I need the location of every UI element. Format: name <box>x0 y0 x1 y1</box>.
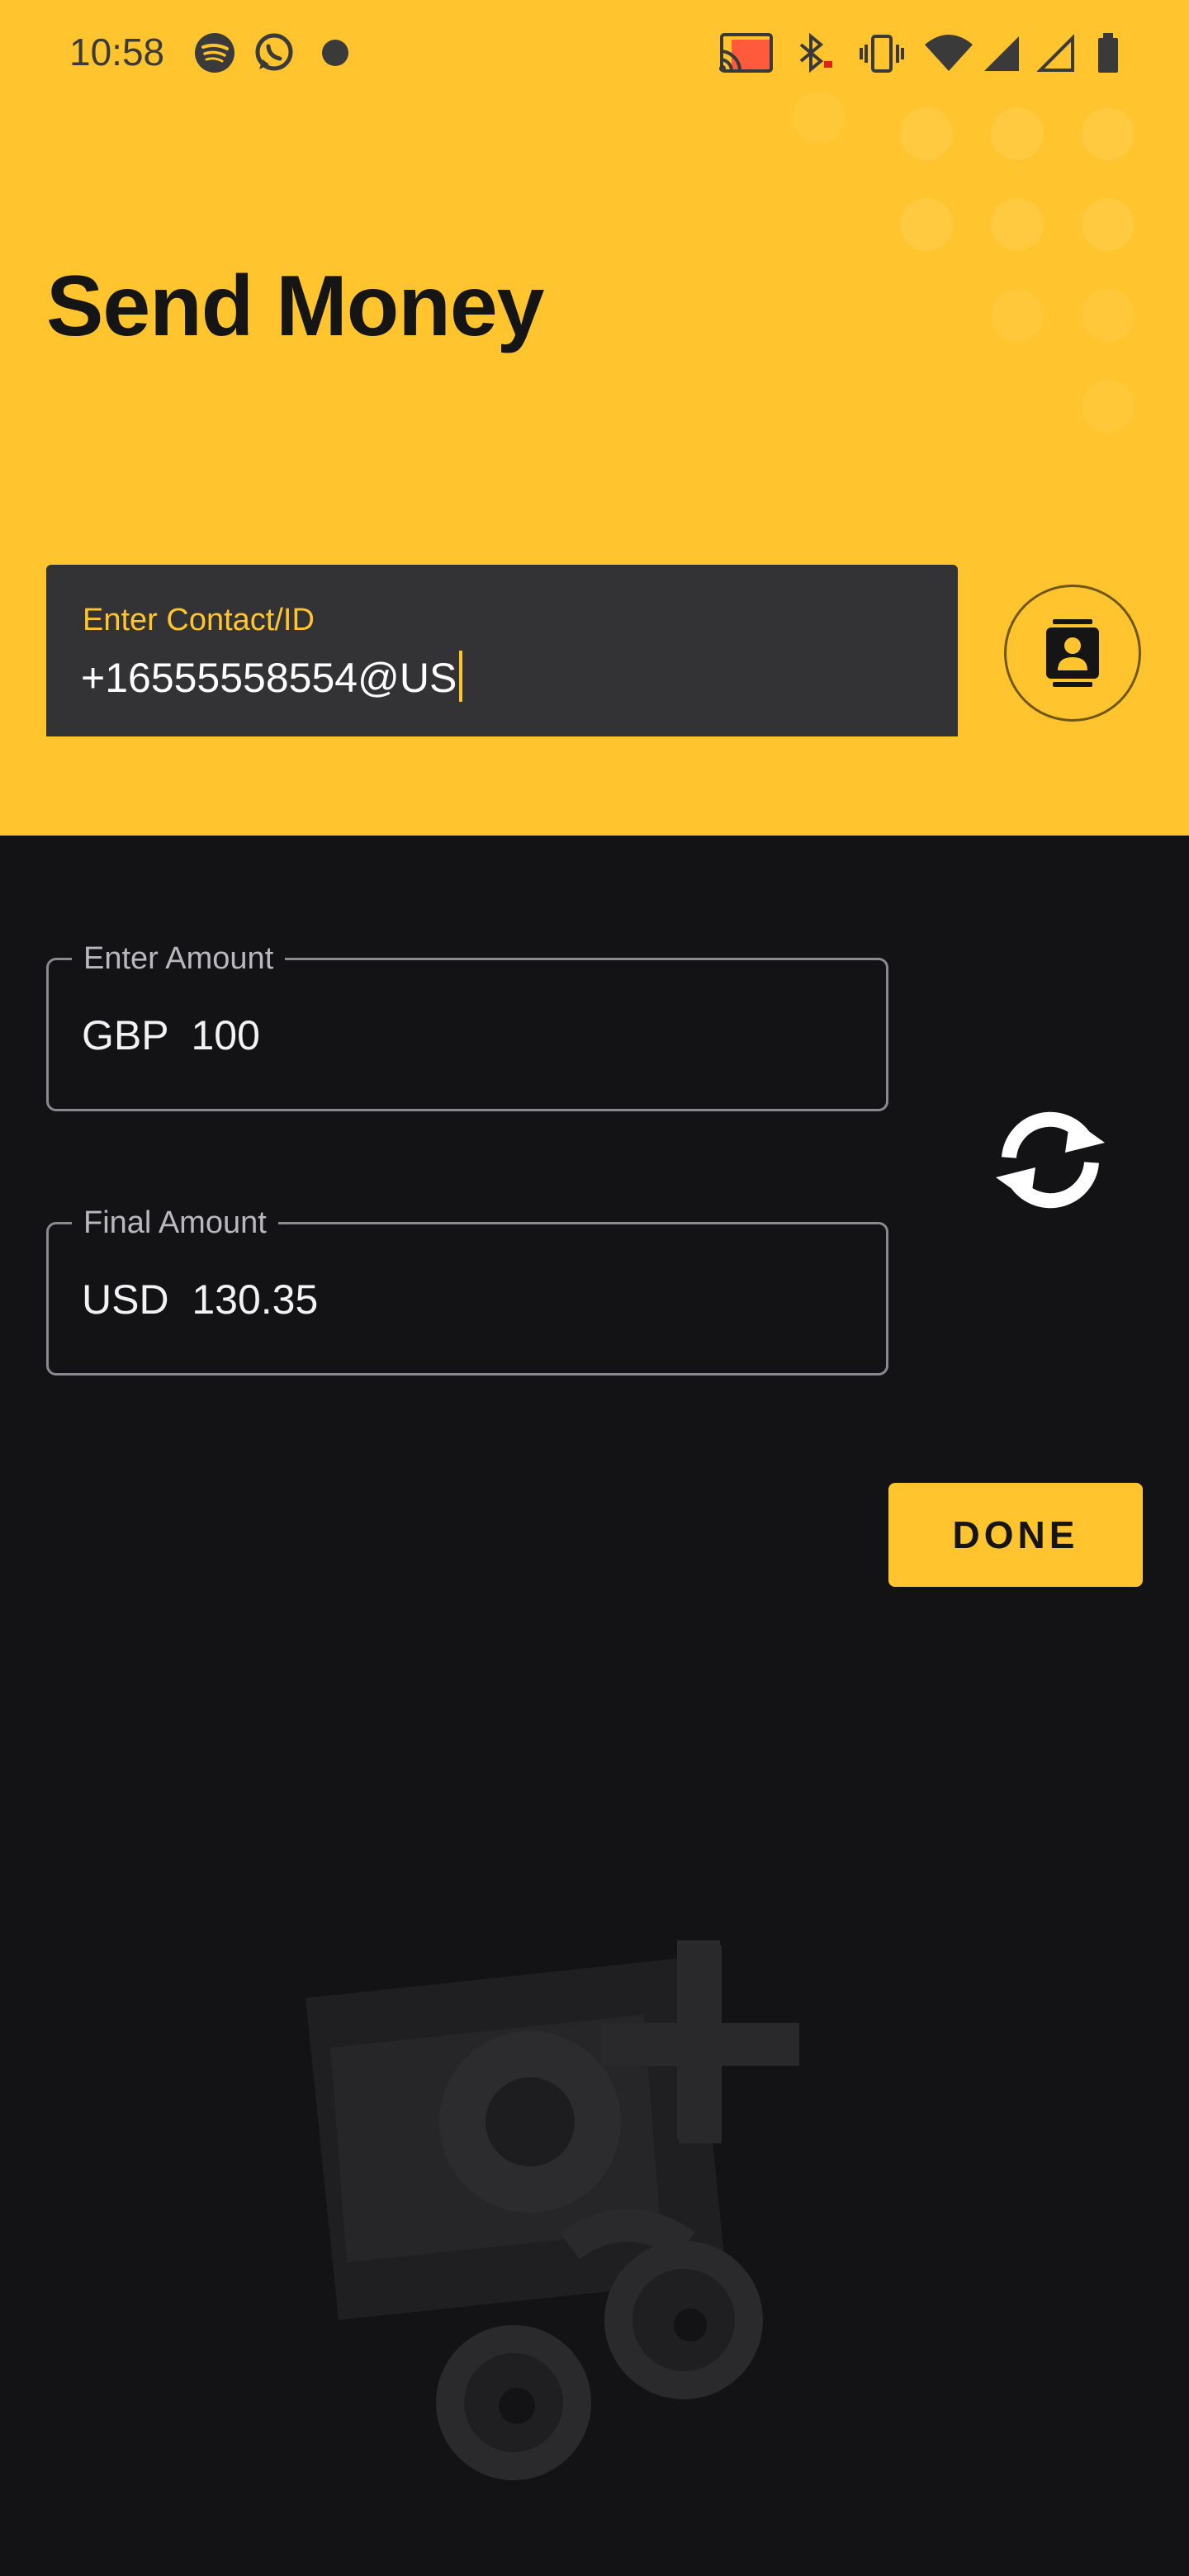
battery-icon <box>1098 33 1118 73</box>
vibrate-icon <box>860 35 904 73</box>
enter-amount-value[interactable]: GBP 100 <box>82 1011 260 1059</box>
contact-id-label: Enter Contact/ID <box>83 603 315 637</box>
contact-id-value: +16555558554@US <box>81 655 457 701</box>
done-button[interactable]: DONE <box>888 1483 1143 1587</box>
whatsapp-icon <box>255 33 293 71</box>
text-caret <box>459 651 463 702</box>
final-amount-label: Final Amount <box>72 1205 278 1241</box>
decorative-dots <box>776 91 1189 504</box>
swap-refresh-icon[interactable] <box>984 1106 1116 1214</box>
wifi-icon <box>925 35 973 71</box>
signal-icon <box>984 36 1019 71</box>
bluetooth-icon <box>799 32 832 73</box>
page-title: Send Money <box>46 258 545 354</box>
final-amount-field[interactable]: Final Amount USD 130.35 <box>46 1205 888 1376</box>
status-bar: 10:58 <box>0 0 1189 107</box>
status-time: 10:58 <box>69 31 165 73</box>
contact-id-input[interactable]: +16555558554@US <box>81 651 463 702</box>
cast-icon <box>719 33 773 73</box>
contacts-book-icon <box>1046 619 1099 687</box>
notification-dot-icon <box>322 40 348 66</box>
contacts-button[interactable] <box>1004 585 1141 722</box>
enter-amount-field[interactable]: Enter Amount GBP 100 <box>46 940 888 1111</box>
contact-id-field[interactable]: Enter Contact/ID +16555558554@US <box>46 565 958 736</box>
header-area: 10:58 Send Money Enter Contact/ID +16555… <box>0 0 1189 836</box>
money-illustration-icon <box>306 1940 799 2480</box>
final-amount-value: USD 130.35 <box>82 1276 319 1323</box>
signal-empty-icon <box>1036 34 1074 72</box>
enter-amount-label: Enter Amount <box>72 940 286 977</box>
spotify-icon <box>195 33 234 73</box>
